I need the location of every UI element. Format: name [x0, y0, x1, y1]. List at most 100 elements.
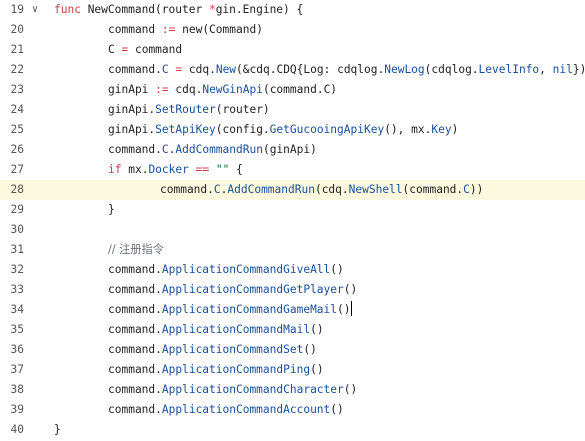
code-token: cdq. — [182, 63, 216, 76]
code-text: command.ApplicationCommandGameMail() — [108, 300, 352, 320]
code-token: (router) — [215, 103, 270, 116]
code-line[interactable]: 28 command.C.AddCommandRun(cdq.NewShell(c… — [0, 180, 585, 200]
code-token: , — [539, 63, 553, 76]
code-line[interactable]: 36 command.ApplicationCommandSet() — [0, 340, 585, 360]
code-token: command — [128, 43, 183, 56]
code-line[interactable]: 24 ginApi.SetRouter(router) — [0, 100, 585, 120]
line-number: 19 — [10, 3, 24, 16]
line-number: 25 — [10, 123, 24, 136]
code-token: := — [161, 23, 176, 36]
code-token: gin.Engine) { — [215, 3, 304, 16]
line-number: 40 — [10, 423, 24, 436]
line-number: 22 — [10, 63, 24, 76]
code-text: command.ApplicationCommandCharacter() — [108, 380, 357, 400]
code-token: cdq. — [168, 83, 203, 96]
code-token: func — [54, 3, 81, 16]
line-number: 20 — [10, 23, 24, 36]
line-number: 34 — [10, 303, 24, 316]
code-text: // 注册指令 — [108, 240, 164, 260]
line-number: 21 — [10, 43, 24, 56]
code-line[interactable]: 31 // 注册指令 — [0, 240, 585, 260]
code-token: () — [310, 323, 324, 336]
code-text: command.ApplicationCommandGiveAll() — [108, 260, 344, 280]
code-token: command. — [108, 143, 162, 156]
code-token: new(Command) — [175, 23, 263, 36]
code-text: command := new(Command) — [108, 20, 263, 40]
code-token: command. — [108, 283, 162, 296]
code-token: NewLog — [384, 63, 425, 76]
code-token: command — [108, 23, 162, 36]
code-text: command.C = cdq.New(&cdq.CDQ{Log: cdqlog… — [108, 60, 585, 80]
line-number: 28 — [10, 183, 24, 196]
code-token: } — [108, 203, 115, 216]
code-token: (cdqlog. — [424, 63, 479, 76]
code-text: ginApi := cdq.NewGinApi(command.C) — [108, 80, 337, 100]
code-text: command.ApplicationCommandAccount() — [108, 400, 344, 420]
code-token: () — [337, 303, 351, 316]
code-token: command. — [108, 323, 162, 336]
code-token: )) — [469, 183, 484, 196]
code-line[interactable]: 38 command.ApplicationCommandCharacter() — [0, 380, 585, 400]
code-line[interactable]: 35 command.ApplicationCommandMail() — [0, 320, 585, 340]
code-line[interactable]: 26 command.C.AddCommandRun(ginApi) — [0, 140, 585, 160]
code-text: command.C.AddCommandRun(ginApi) — [108, 140, 317, 160]
code-token: ginApi. — [108, 123, 156, 136]
code-line[interactable]: 37 command.ApplicationCommandPing() — [0, 360, 585, 380]
fold-chevron-icon[interactable]: ∨ — [28, 0, 42, 20]
code-token: mx. — [121, 163, 149, 176]
line-number: 26 — [10, 143, 24, 156]
code-line[interactable]: 21 C = command — [0, 40, 585, 60]
code-text: ginApi.SetRouter(router) — [108, 100, 270, 120]
code-line[interactable]: 20 command := new(Command) — [0, 20, 585, 40]
code-text: if mx.Docker == "" { — [108, 160, 243, 180]
code-editor[interactable]: 19 ∨ func NewCommand(router *gin.Engine) {… — [0, 0, 585, 441]
code-token: AddCommandRun — [227, 183, 315, 196]
code-line[interactable]: 23 ginApi := cdq.NewGinApi(command.C) — [0, 80, 585, 100]
code-line[interactable]: 40} — [0, 420, 585, 440]
line-number: 33 — [10, 283, 24, 296]
code-token: nil — [552, 63, 573, 76]
code-token: command. — [108, 363, 162, 376]
code-text: command.ApplicationCommandGetPlayer() — [108, 280, 357, 300]
code-token: == — [195, 163, 210, 176]
code-token: if — [108, 163, 122, 176]
code-token: () — [330, 403, 344, 416]
code-token: (command. — [402, 183, 464, 196]
code-line[interactable]: 22 command.C = cdq.New(&cdq.CDQ{Log: cdql… — [0, 60, 585, 80]
code-text: command.ApplicationCommandPing() — [108, 360, 324, 380]
code-line[interactable]: 32 command.ApplicationCommandGiveAll() — [0, 260, 585, 280]
line-number: 32 — [10, 263, 24, 276]
code-line[interactable]: 27 if mx.Docker == "" { — [0, 160, 585, 180]
code-token: AddCommandRun — [175, 143, 263, 156]
code-text: } — [54, 420, 61, 440]
code-token: C — [161, 143, 169, 156]
code-token: command. — [108, 403, 162, 416]
code-line[interactable]: 30 — [0, 220, 585, 240]
code-token: C — [108, 43, 122, 56]
code-line[interactable]: 33 command.ApplicationCommandGetPlayer() — [0, 280, 585, 300]
code-token: }) — [572, 63, 585, 76]
text-cursor — [350, 301, 352, 316]
code-line[interactable]: 39 command.ApplicationCommandAccount() — [0, 400, 585, 420]
code-token: command. — [108, 383, 162, 396]
code-token: } — [54, 423, 61, 436]
code-line[interactable]: 34 command.ApplicationCommandGameMail() — [0, 300, 585, 320]
code-token: // 注册指令 — [108, 243, 164, 256]
code-token: ApplicationCommandAccount — [161, 403, 331, 416]
code-token: C — [161, 63, 169, 76]
code-line[interactable]: 29} — [0, 200, 585, 220]
code-token: C — [213, 183, 221, 196]
code-line[interactable]: 19 ∨ func NewCommand(router *gin.Engine) { — [0, 0, 585, 20]
code-text: } — [108, 200, 115, 220]
code-token: NewShell — [348, 183, 403, 196]
code-text: command.ApplicationCommandMail() — [108, 320, 324, 340]
code-token: command. — [108, 63, 162, 76]
code-token: () — [310, 363, 324, 376]
code-text: ginApi.SetApiKey(config.GetGucooingApiKe… — [108, 120, 458, 140]
line-number: 35 — [10, 323, 24, 336]
code-line[interactable]: 25 ginApi.SetApiKey(config.GetGucooingApi… — [0, 120, 585, 140]
code-token: command. — [108, 303, 162, 316]
code-token: ginApi — [108, 83, 156, 96]
